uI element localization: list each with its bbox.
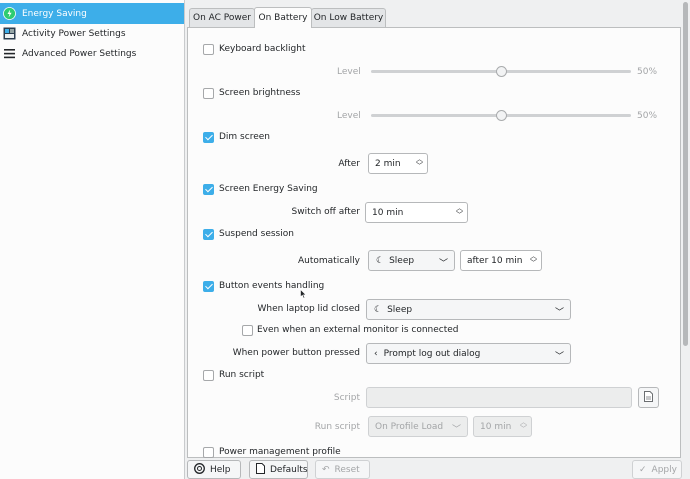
sleep-moon-icon: ☾ [374,304,383,315]
screen-energy-saving-label: Screen Energy Saving [219,184,318,194]
dim-screen-after-spinbox[interactable]: 2 min ︿ ﹀ [368,153,428,174]
run-script-label: Run script [219,370,265,380]
chevron-left-icon: ‹ [374,348,378,359]
dim-screen-checkbox[interactable] [203,132,214,143]
suspend-action-combobox[interactable]: ☾ Sleep ﹀ [368,250,455,271]
suspend-session-label: Suspend session [219,229,294,239]
sidebar-item-activity-power-settings[interactable]: Activity Power Settings [0,23,184,44]
tab-on-low-battery[interactable]: On Low Battery [311,8,386,27]
run-on-combobox[interactable]: On Profile Load ﹀ [368,416,468,437]
suspend-after-spinbox[interactable]: after 10 min ︿ ﹀ [460,250,542,271]
screen-brightness-level-label: Level [337,111,361,121]
screen-brightness-slider-handle[interactable] [495,110,507,121]
automatically-label: Automatically [298,256,360,266]
vertical-scrollbar[interactable] [681,0,690,479]
menu-lines-icon [3,47,16,60]
reset-button[interactable]: ↶ Reset [315,460,370,479]
spin-arrows-icon[interactable]: ︿ ﹀ [530,253,537,267]
chevron-down-icon: ﹀ [451,425,461,435]
dim-screen-after-label: After [338,159,360,169]
keyboard-backlight-label: Keyboard backlight [219,44,306,54]
switch-off-after-spinbox[interactable]: 10 min ︿ ﹀ [365,202,468,223]
spin-arrows-icon[interactable]: ︿ ﹀ [520,419,527,433]
screen-brightness-checkbox[interactable] [203,88,214,99]
lid-closed-label: When laptop lid closed [257,304,360,314]
run-after-value: 10 min [480,421,512,432]
power-profile-checkbox[interactable] [203,447,214,458]
keyboard-backlight-level-label: Level [337,67,361,77]
sidebar-item-label: Advanced Power Settings [22,48,137,59]
dim-screen-label: Dim screen [219,132,270,142]
lid-closed-combobox[interactable]: ☾ Sleep ﹀ [366,299,571,320]
power-profile-label: Power management profile [219,447,341,457]
sidebar-item-energy-saving[interactable]: Energy Saving [0,3,184,24]
activity-icon [3,27,16,40]
switch-off-after-label: Switch off after [291,207,360,217]
undo-icon: ↶ [322,464,330,475]
spin-arrows-icon[interactable]: ︿ ﹀ [456,205,463,219]
run-on-value: On Profile Load [375,421,444,432]
sidebar-item-advanced-power-settings[interactable]: Advanced Power Settings [0,43,184,64]
run-script-checkbox[interactable] [203,370,214,381]
external-monitor-label: Even when an external monitor is connect… [257,325,459,335]
button-events-checkbox[interactable] [203,281,214,292]
help-label: Help [210,464,231,475]
reset-label: Reset [334,464,360,475]
keyboard-backlight-slider-handle[interactable] [495,66,507,77]
script-label: Script [333,393,360,403]
apply-button[interactable]: ✓ Apply [632,460,682,479]
keyboard-backlight-checkbox[interactable] [203,44,214,55]
external-monitor-checkbox[interactable] [242,325,253,336]
suspend-action-value: Sleep [389,255,415,266]
tab-label: On AC Power [192,13,251,23]
mouse-cursor-icon [300,288,307,302]
defaults-button[interactable]: Defaults [249,460,308,479]
power-button-combobox[interactable]: ‹ Prompt log out dialog ﹀ [366,343,571,364]
screen-energy-saving-checkbox[interactable] [203,184,214,195]
checkmark-icon: ✓ [639,464,647,475]
run-after-spinbox[interactable]: 10 min ︿ ﹀ [473,416,532,437]
chevron-down-icon: ﹀ [438,259,448,269]
tab-label: On Low Battery [313,13,384,23]
tab-on-ac-power[interactable]: On AC Power [189,8,255,27]
dim-screen-after-value: 2 min [375,158,401,169]
suspend-session-checkbox[interactable] [203,229,214,240]
help-lifebuoy-icon [194,462,205,477]
tab-on-battery[interactable]: On Battery [254,7,312,28]
screen-brightness-level-value: 50% [637,111,658,121]
browse-file-button[interactable] [638,387,659,408]
sidebar-item-label: Activity Power Settings [22,28,126,39]
switch-off-after-value: 10 min [372,207,404,218]
sleep-moon-icon: ☾ [376,255,385,266]
tab-label: On Battery [258,13,308,23]
screen-brightness-label: Screen brightness [219,88,301,98]
scrollbar-thumb[interactable] [683,2,688,346]
defaults-label: Defaults [270,464,308,475]
spin-arrows-icon[interactable]: ︿ ﹀ [416,156,423,170]
keyboard-backlight-level-value: 50% [637,67,658,77]
help-button[interactable]: Help [187,460,241,479]
chevron-down-icon: ﹀ [554,352,564,362]
power-button-value: Prompt log out dialog [383,348,481,359]
sidebar-item-label: Energy Saving [22,8,87,19]
power-button-label: When power button pressed [232,348,360,358]
file-open-icon [644,390,653,405]
script-path-input[interactable] [366,387,632,408]
apply-label: Apply [651,464,677,475]
suspend-after-value: after 10 min [467,255,523,266]
energy-leaf-icon [3,7,16,20]
button-events-label: Button events handling [219,281,325,291]
lid-closed-value: Sleep [387,304,413,315]
chevron-down-icon: ﹀ [554,308,564,318]
sidebar: Energy Saving Activity Power Settings Ad… [0,0,185,479]
run-script-when-label: Run script [314,422,360,432]
document-defaults-icon [256,462,265,477]
